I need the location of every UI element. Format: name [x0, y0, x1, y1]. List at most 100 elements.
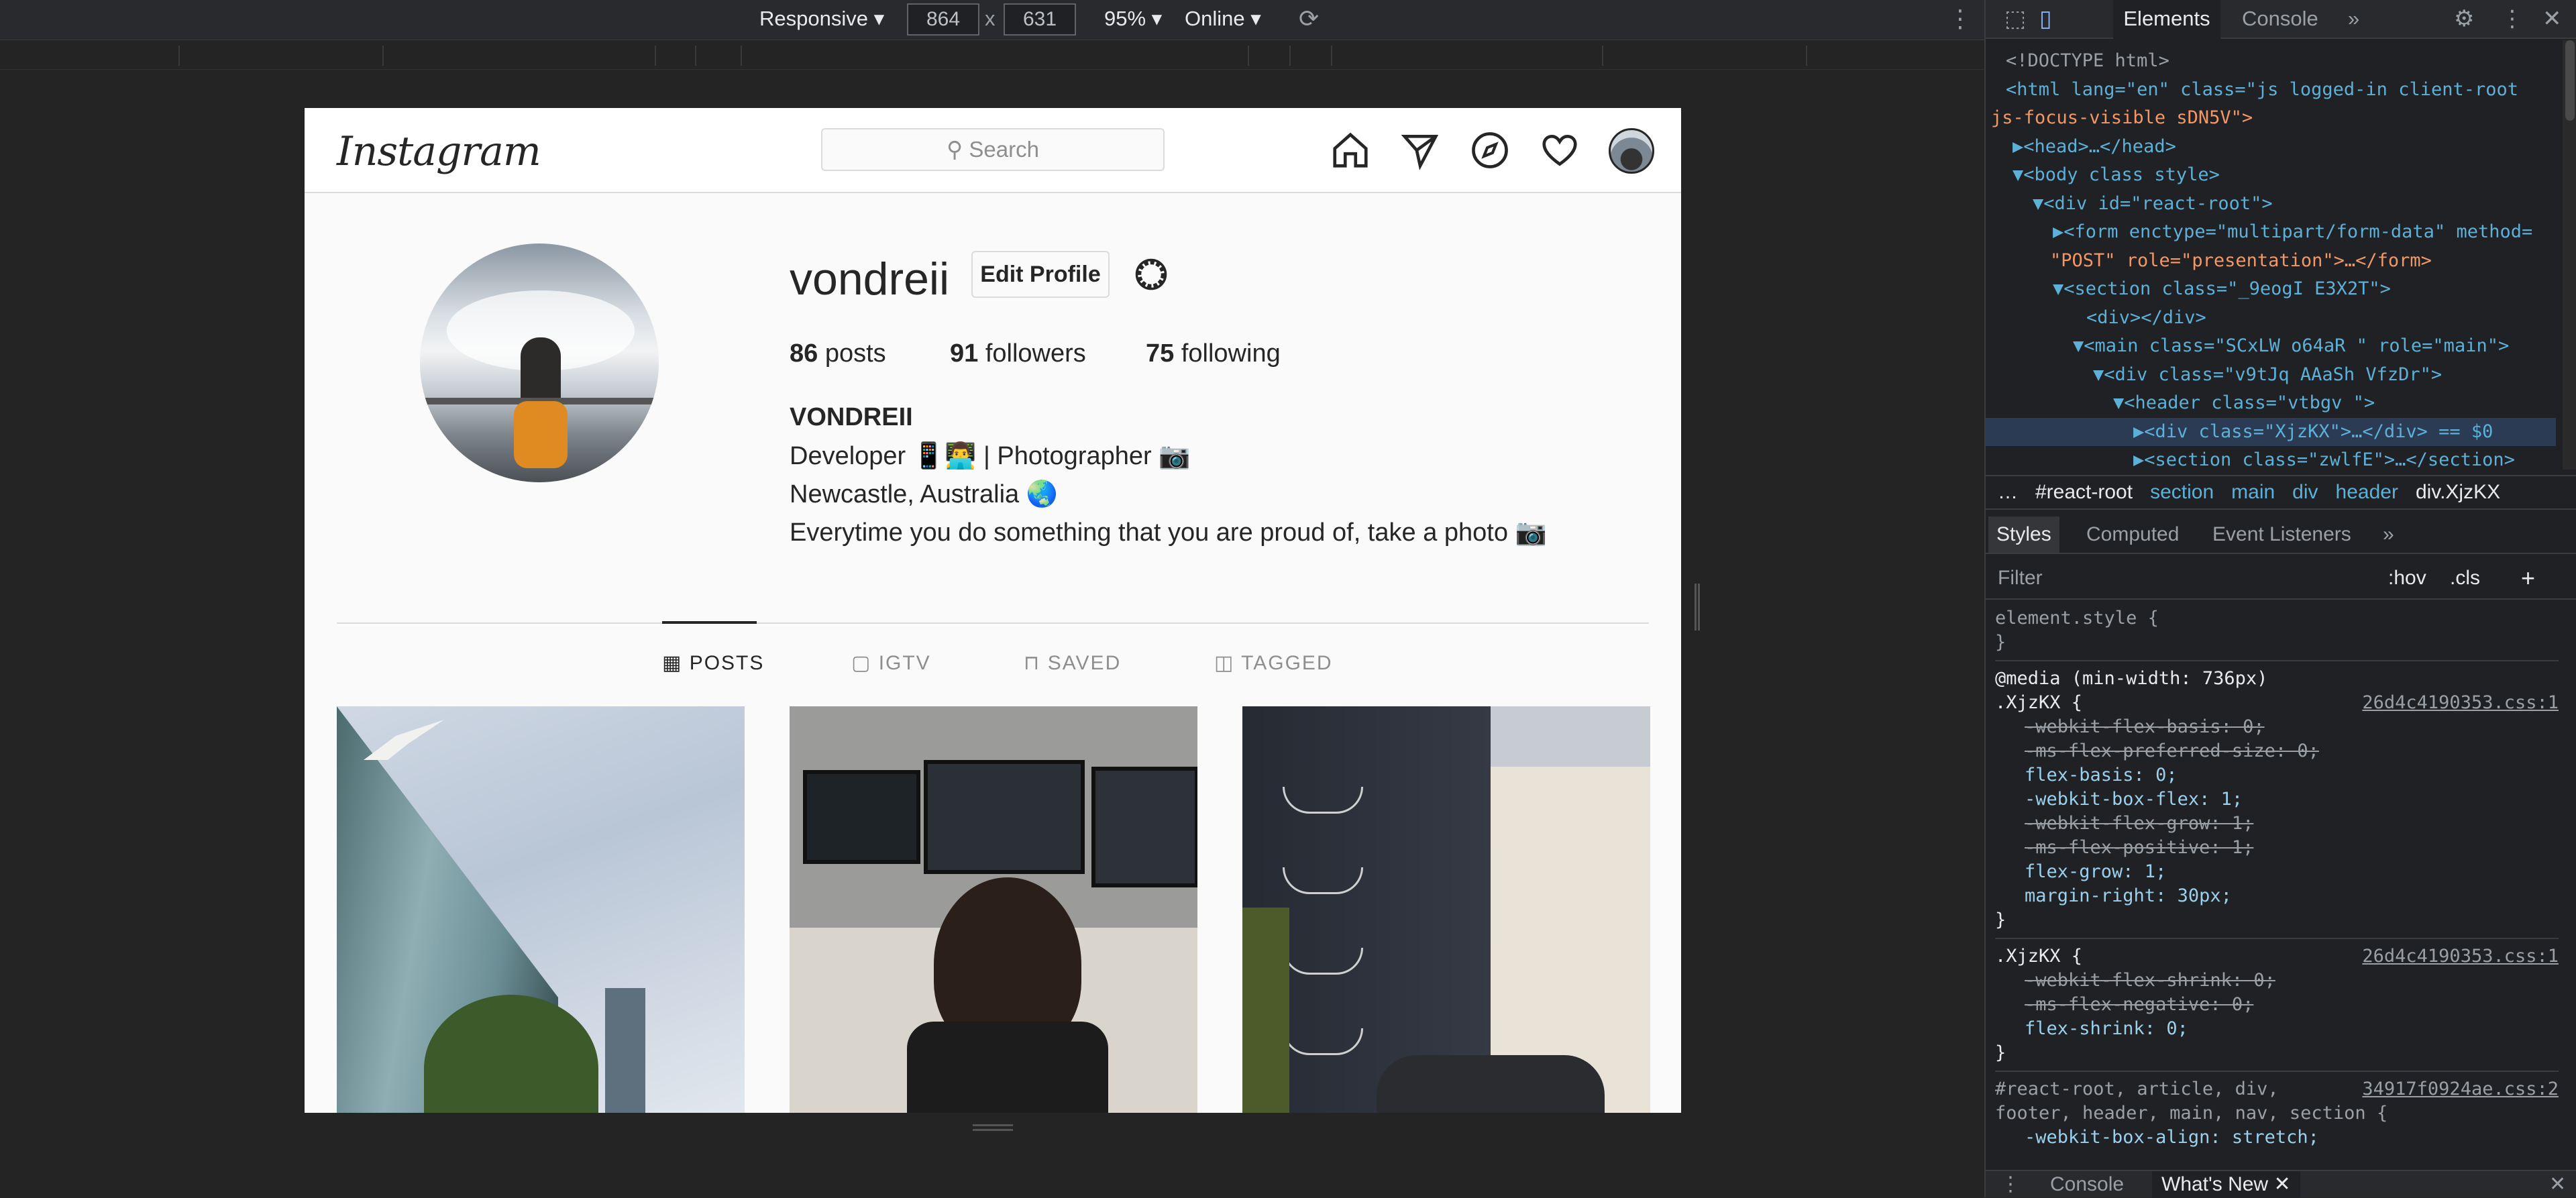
css-selector[interactable]: footer, header, main, nav, section { — [1995, 1101, 2559, 1126]
dom-line[interactable]: <!DOCTYPE html> — [1986, 47, 2556, 76]
tab-igtv[interactable]: ▢ IGTV — [851, 651, 931, 675]
dom-line[interactable]: <div></div> — [1986, 304, 2556, 333]
dom-line[interactable]: ▼<main class="SCxLW o64aR " role="main"> — [1986, 332, 2556, 361]
add-rule-icon[interactable]: + — [2521, 559, 2535, 597]
css-property[interactable]: -ms-flex-positive: 1; — [1995, 836, 2559, 860]
css-property[interactable]: -webkit-flex-basis: 0; — [1995, 715, 2559, 739]
breadcrumb-item[interactable]: div.XjzKX — [2416, 481, 2500, 503]
device-toggle-icon[interactable]: ▯ — [2039, 0, 2052, 39]
breadcrumb-item[interactable]: main — [2231, 481, 2275, 503]
throttle-select[interactable]: Online ▾ — [1185, 0, 1261, 40]
more-options-icon[interactable]: ⋮ — [1948, 0, 1972, 40]
css-selector[interactable]: #react-root, article, div, — [1995, 1079, 2279, 1099]
tab-computed[interactable]: Computed — [2086, 516, 2179, 553]
device-select[interactable]: Responsive ▾ — [759, 0, 884, 40]
post-thumbnail[interactable] — [1242, 706, 1650, 1113]
css-rule-header: .XjzKX { 26d4c4190353.css:1 — [1995, 944, 2559, 969]
css-property[interactable]: flex-grow: 1; — [1995, 860, 2559, 884]
close-icon[interactable]: ✕ — [2273, 1173, 2290, 1195]
breadcrumb-item[interactable]: … — [1998, 481, 2018, 503]
close-icon[interactable]: ✕ — [2542, 0, 2562, 39]
drawer-tab-whats-new[interactable]: What's New ✕ — [2152, 1171, 2300, 1198]
width-input[interactable]: 864 — [907, 3, 979, 36]
styles-pane: element.style { } @media (min-width: 736… — [1995, 606, 2559, 1150]
close-drawer-icon[interactable]: ✕ — [2549, 1171, 2566, 1198]
css-property[interactable]: -webkit-box-flex: 1; — [1995, 787, 2559, 812]
more-options-icon[interactable]: ⋮ — [2501, 0, 2524, 39]
more-tabs-icon[interactable]: » — [2348, 0, 2359, 39]
tab-saved[interactable]: ⊓ SAVED — [1024, 651, 1121, 675]
heart-icon[interactable] — [1539, 129, 1580, 171]
dom-line[interactable]: ▶<head>…</head> — [1986, 133, 2556, 162]
resize-handle-right[interactable] — [1695, 584, 1700, 631]
css-property[interactable]: -webkit-flex-shrink: 0; — [1995, 969, 2559, 993]
edit-profile-button[interactable]: Edit Profile — [971, 251, 1110, 298]
height-input[interactable]: 631 — [1004, 3, 1076, 36]
css-property[interactable]: flex-shrink: 0; — [1995, 1017, 2559, 1041]
css-property[interactable]: -webkit-box-align: stretch; — [1995, 1126, 2559, 1150]
post-thumbnail[interactable] — [337, 706, 745, 1113]
posts-count[interactable]: 86 posts — [790, 339, 886, 368]
css-source-link[interactable]: 26d4c4190353.css:1 — [2362, 691, 2559, 715]
dom-line[interactable]: ▶<section class="zwlfE">…</section> — [1986, 446, 2556, 475]
following-count[interactable]: 75 following — [1146, 339, 1281, 368]
dom-line[interactable]: <html lang="en" class="js logged-in clie… — [1986, 76, 2556, 105]
filter-input[interactable]: Filter — [1998, 559, 2043, 597]
active-tab-indicator — [662, 621, 757, 624]
profile-avatar-icon[interactable] — [1609, 128, 1654, 174]
tab-elements[interactable]: Elements — [2113, 0, 2220, 39]
settings-gear-icon[interactable] — [1131, 254, 1171, 294]
dom-line[interactable]: ▼<section class="_9eogI E3X2T"> — [1986, 275, 2556, 304]
dom-line[interactable]: ▼<body class style> — [1986, 161, 2556, 190]
tab-styles[interactable]: Styles — [1988, 516, 2059, 553]
breadcrumb-item[interactable]: section — [2150, 481, 2214, 503]
more-tabs-icon[interactable]: » — [2383, 516, 2394, 553]
search-input[interactable]: ⚲ Search — [821, 128, 1165, 171]
hov-toggle[interactable]: :hov — [2388, 559, 2426, 597]
css-source-link[interactable]: 26d4c4190353.css:1 — [2362, 944, 2559, 969]
post-thumbnail[interactable] — [790, 706, 1197, 1113]
dom-line-selected[interactable]: ▶<div class="XjzKX">…</div> == $0 — [1986, 417, 2556, 446]
throttle-label: Online — [1185, 7, 1245, 30]
tab-tagged[interactable]: ◫ TAGGED — [1214, 651, 1333, 675]
dom-scrollbar[interactable] — [2563, 40, 2576, 470]
rotate-icon[interactable]: ⟳ — [1299, 0, 1319, 40]
css-property[interactable]: -ms-flex-preferred-size: 0; — [1995, 739, 2559, 763]
direct-icon[interactable] — [1399, 129, 1441, 171]
breadcrumb-item[interactable]: #react-root — [2035, 481, 2133, 503]
dom-line[interactable]: ▼<header class="vtbgv "> — [1986, 389, 2556, 418]
profile-picture[interactable] — [420, 243, 659, 482]
inspect-icon[interactable]: ⬚ — [2004, 0, 2026, 39]
tab-posts[interactable]: ▦ POSTS — [662, 651, 764, 675]
home-icon[interactable] — [1330, 129, 1371, 171]
drawer-tab-console[interactable]: Console — [2050, 1171, 2124, 1198]
css-divider — [1995, 1071, 2559, 1072]
css-source-link[interactable]: 34917f0924ae.css:2 — [2362, 1077, 2559, 1101]
device-viewport: Instagram ⚲ Search vondreii Edit Profile… — [305, 108, 1681, 1113]
resize-handle-bottom[interactable] — [973, 1124, 1013, 1131]
explore-icon[interactable] — [1469, 129, 1511, 171]
drawer-menu-icon[interactable]: ⋮ — [2000, 1171, 2021, 1198]
css-selector[interactable]: .XjzKX { — [1995, 692, 2082, 713]
settings-icon[interactable]: ⚙ — [2454, 0, 2474, 39]
instagram-logo[interactable]: Instagram — [337, 128, 541, 175]
dom-line[interactable]: "POST" role="presentation">…</form> — [1986, 247, 2556, 276]
css-selector[interactable]: element.style { — [1995, 606, 2559, 631]
dom-line[interactable]: ▶<form enctype="multipart/form-data" met… — [1986, 218, 2556, 247]
tab-event-listeners[interactable]: Event Listeners — [2212, 516, 2351, 553]
dom-line[interactable]: js-focus-visible sDN5V"> — [1986, 104, 2556, 133]
cls-toggle[interactable]: .cls — [2450, 559, 2480, 597]
css-property[interactable]: flex-basis: 0; — [1995, 763, 2559, 787]
css-selector[interactable]: .XjzKX { — [1995, 946, 2082, 967]
bookmark-icon: ⊓ — [1024, 652, 1048, 674]
css-property[interactable]: -webkit-flex-grow: 1; — [1995, 812, 2559, 836]
zoom-select[interactable]: 95% ▾ — [1104, 0, 1162, 40]
followers-count[interactable]: 91 followers — [950, 339, 1086, 368]
dom-line[interactable]: ▼<div id="react-root"> — [1986, 190, 2556, 219]
dom-line[interactable]: ▼<div class="v9tJq AAaSh VfzDr"> — [1986, 361, 2556, 390]
tab-console[interactable]: Console — [2242, 0, 2318, 39]
breadcrumb-item[interactable]: header — [2336, 481, 2398, 503]
css-property[interactable]: -ms-flex-negative: 0; — [1995, 993, 2559, 1017]
breadcrumb-item[interactable]: div — [2292, 481, 2318, 503]
css-property[interactable]: margin-right: 30px; — [1995, 884, 2559, 908]
